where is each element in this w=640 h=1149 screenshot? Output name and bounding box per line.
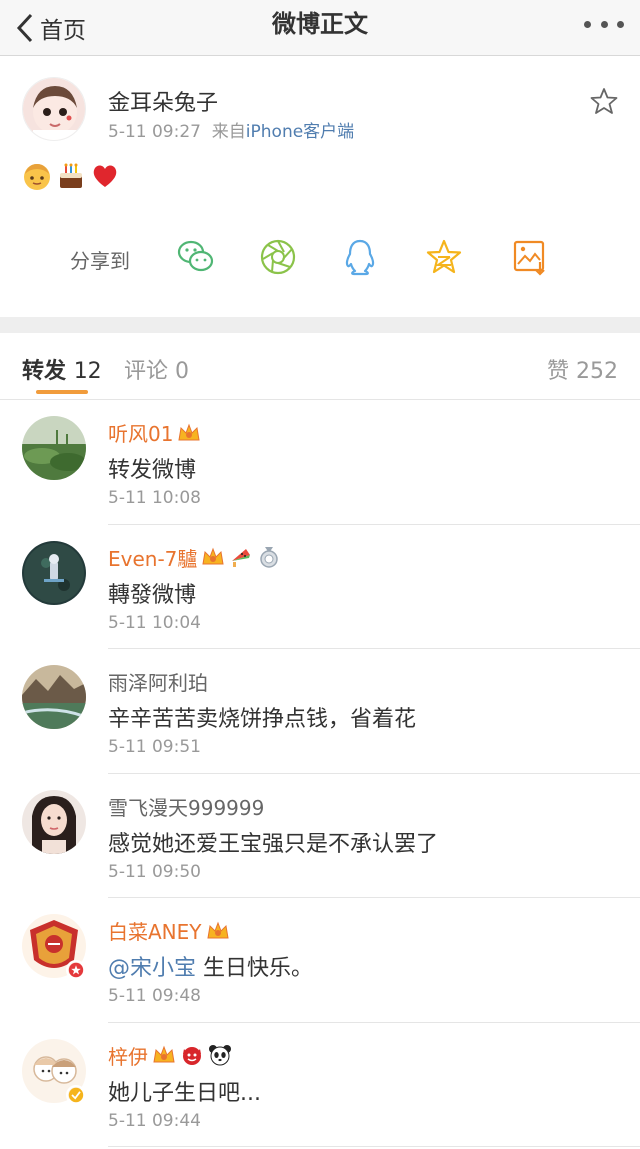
tab-likes-label: 赞 — [546, 359, 569, 384]
repost-text: 她儿子生日吧... — [108, 1080, 261, 1106]
avatar[interactable] — [22, 665, 86, 729]
heart-emoji-icon — [90, 161, 120, 191]
favorite-star-icon[interactable] — [590, 87, 618, 115]
repost-author[interactable]: 梓伊 — [108, 1041, 232, 1070]
author-avatar[interactable] — [22, 77, 86, 141]
tab-likes-count: 252 — [576, 359, 618, 384]
list-item[interactable]: 白菜ANEY @宋小宝 生日快乐。 5-11 09:48 — [0, 898, 640, 1023]
repost-author-name: 梓伊 — [108, 1044, 148, 1069]
tab-reposts-count: 12 — [73, 359, 102, 384]
list-item[interactable]: 梓伊 她儿子生日吧... 5-11 09:44 — [0, 1023, 640, 1147]
more-button[interactable] — [584, 12, 624, 36]
tab-reposts[interactable]: 转发 12 — [22, 353, 102, 385]
verified-badge-icon — [66, 960, 86, 980]
tab-comments[interactable]: 评论 0 — [124, 353, 189, 385]
section-separator — [0, 317, 640, 333]
list-item[interactable]: 雪飞漫天999999 感觉她还爱王宝强只是不承认罢了 5-11 09:50 — [0, 774, 640, 898]
wechat-icon[interactable] — [176, 237, 216, 277]
vip-crown-icon — [153, 1045, 175, 1063]
tab-reposts-label: 转发 — [22, 359, 67, 384]
navigation-bar: 首页 微博正文 — [0, 0, 640, 56]
avatar[interactable] — [22, 416, 86, 480]
boy-emoji-icon — [22, 161, 52, 191]
repost-text: 辛辛苦苦卖烧饼挣点钱，省着花 — [108, 707, 417, 732]
post-content-emojis — [22, 161, 120, 191]
tab-comments-label: 评论 — [124, 359, 169, 384]
repost-author[interactable]: 雪飞漫天999999 — [108, 792, 264, 821]
repost-author-name: 听风01 — [108, 422, 174, 446]
share-label: 分享到 — [70, 249, 130, 273]
list-item[interactable]: 雨泽阿利珀 辛辛苦苦卖烧饼挣点钱，省着花 5-11 09:51 — [0, 649, 640, 774]
repost-author[interactable]: 白菜ANEY — [108, 916, 230, 945]
verified-badge-icon — [66, 1084, 86, 1105]
medal-badge-icon — [260, 547, 279, 568]
tab-likes[interactable]: 赞 252 — [547, 353, 618, 385]
share-bar: 分享到 — [0, 235, 640, 281]
repost-author-name: 雨泽阿利珀 — [108, 671, 208, 695]
repost-text: 轉發微博 — [108, 582, 197, 608]
avatar[interactable] — [22, 540, 86, 605]
repost-text: @宋小宝 生日快乐。 — [108, 950, 313, 982]
panda-badge-icon — [209, 1045, 231, 1066]
tab-comments-count: 0 — [175, 359, 190, 384]
repost-text-body: 生日快乐。 — [203, 956, 314, 981]
post-source[interactable]: iPhone客户端 — [246, 122, 354, 142]
more-dot-icon — [617, 20, 624, 28]
save-image-icon[interactable] — [510, 237, 550, 277]
repost-author[interactable]: 听风01 — [108, 418, 201, 447]
repost-time: 5-11 10:08 — [108, 488, 201, 508]
moments-icon[interactable] — [258, 237, 298, 277]
repost-time: 5-11 09:51 — [108, 737, 201, 757]
repost-time: 5-11 09:44 — [108, 1110, 201, 1131]
more-dot-icon — [584, 20, 591, 28]
vip-crown-icon — [178, 423, 201, 440]
post-meta: 5-11 09:27 来自iPhone客户端 — [108, 117, 354, 142]
repost-author[interactable]: Even-7驢 — [108, 543, 281, 572]
avatar[interactable] — [22, 789, 86, 854]
page-title: 微博正文 — [272, 10, 368, 38]
list-item[interactable]: Even-7驢 轉發微博 5-11 10:04 — [0, 525, 640, 649]
vip-crown-icon — [206, 921, 229, 938]
watermelon-badge-icon — [232, 549, 251, 567]
interaction-tabs: 转发 12 评论 0 赞 252 — [0, 333, 640, 400]
cake-emoji-icon — [56, 161, 86, 191]
repost-list: 听风01 转发微博 5-11 10:08 Even-7驢 轉發微博 5-11 1… — [0, 400, 640, 1147]
list-item[interactable]: 听风01 转发微博 5-11 10:08 — [0, 400, 640, 525]
author-name[interactable]: 金耳朵兔子 — [108, 85, 218, 117]
more-dot-icon — [600, 20, 608, 28]
post-time: 5-11 09:27 — [108, 122, 201, 142]
repost-text: 转发微博 — [108, 458, 197, 483]
repost-author-name: 白菜ANEY — [108, 920, 202, 944]
repost-author-name: Even-7驢 — [108, 546, 198, 571]
vip-crown-icon — [202, 547, 224, 565]
repost-time: 5-11 09:50 — [108, 861, 201, 882]
post-card: 金耳朵兔子 5-11 09:27 来自iPhone客户端 分享到 — [0, 57, 640, 317]
divider — [108, 1146, 640, 1147]
active-tab-indicator — [36, 390, 88, 394]
mention-link[interactable]: @宋小宝 — [108, 956, 196, 981]
repost-time: 5-11 09:48 — [108, 986, 201, 1006]
repost-time: 5-11 10:04 — [108, 612, 201, 633]
repost-author[interactable]: 雨泽阿利珀 — [108, 667, 208, 696]
devil-badge-icon — [183, 1047, 201, 1065]
qzone-icon[interactable] — [424, 237, 464, 277]
repost-text: 感觉她还爱王宝强只是不承认罢了 — [108, 831, 439, 857]
source-prefix: 来自 — [211, 122, 246, 142]
repost-author-name: 雪飞漫天999999 — [108, 795, 265, 820]
qq-icon[interactable] — [340, 237, 380, 277]
